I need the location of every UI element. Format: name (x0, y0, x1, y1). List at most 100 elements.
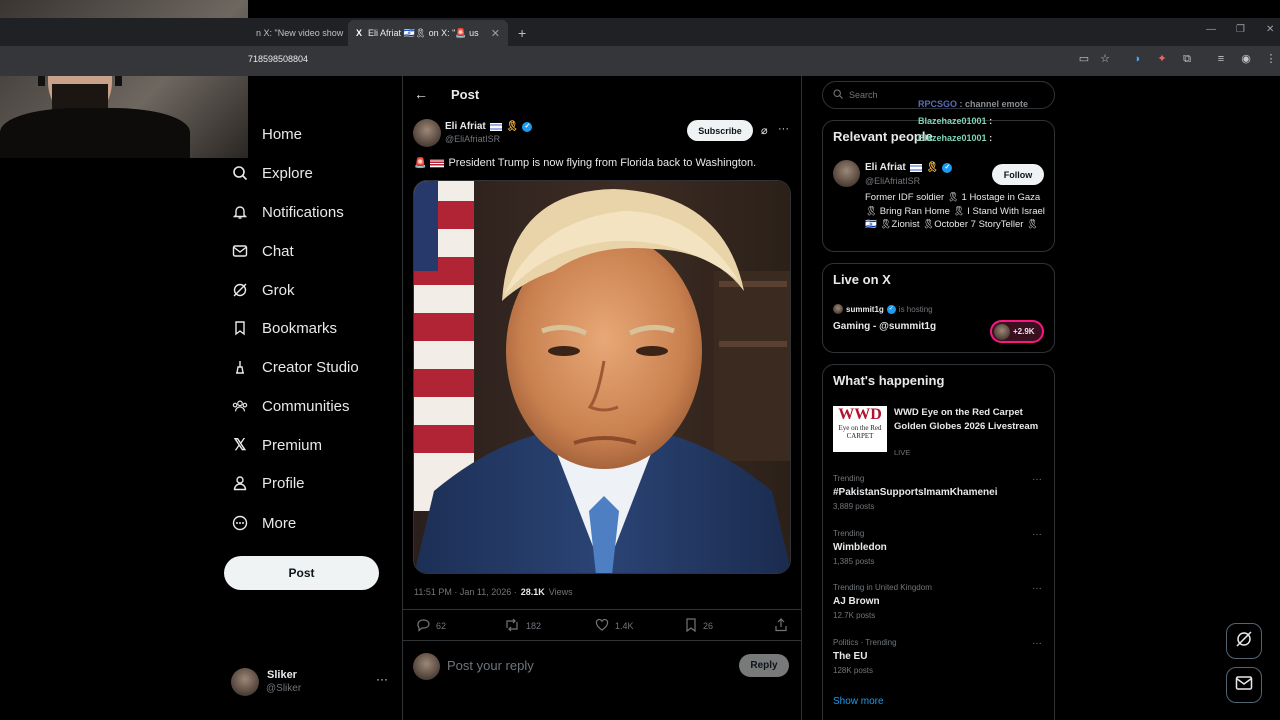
nav-more[interactable]: More (232, 508, 296, 538)
grok-fab[interactable] (1226, 623, 1262, 659)
live-stream-title[interactable]: Gaming - @summit1g (833, 321, 936, 332)
divider (402, 640, 802, 641)
back-arrow-icon[interactable]: ← (414, 86, 428, 102)
nav-label: Profile (262, 474, 305, 492)
author-handle[interactable]: @EliAfriatISR (445, 134, 500, 144)
tab-title: n X: "New video show (256, 28, 344, 38)
live-host-row[interactable]: summit1g ✓ is hosting (833, 304, 933, 314)
post-image[interactable] (413, 180, 791, 574)
more-dots-icon[interactable]: ··· (1032, 638, 1042, 649)
reply-input[interactable]: Post your reply (447, 658, 534, 673)
reply-button[interactable]: Reply (739, 654, 789, 677)
nav-label: Communities (262, 397, 350, 415)
close-tab-icon[interactable]: ✕ (491, 27, 500, 40)
more-dots-icon[interactable]: ··· (376, 672, 388, 686)
post-meta: 11:51 PM · Jan 11, 2026 · 28.1K Views (414, 587, 573, 597)
trend-item[interactable]: Trending Wimbledon 1,385 posts (833, 529, 887, 566)
live-hosting-label: is hosting (898, 304, 933, 314)
nav-label: Creator Studio (262, 358, 359, 376)
like-action[interactable]: 1.4K (595, 618, 634, 633)
nav-profile[interactable]: Profile (232, 468, 305, 498)
avatar[interactable] (833, 160, 860, 187)
more-circle-icon (232, 515, 248, 531)
grok-icon (232, 282, 248, 298)
nav-label: Notifications (262, 203, 344, 221)
nav-creator-studio[interactable]: Creator Studio (232, 352, 359, 382)
israel-flag-icon (909, 163, 922, 172)
reply-icon (416, 618, 430, 634)
share-action[interactable] (774, 618, 788, 633)
nav-explore[interactable]: Explore (232, 158, 313, 188)
featured-logo: WWD Eye on the Red CARPET (833, 406, 887, 452)
trend-item[interactable]: Politics · Trending The EU 128K posts (833, 638, 897, 675)
bell-icon (232, 204, 248, 220)
new-tab-button[interactable]: + (510, 20, 530, 46)
repost-action[interactable]: 182 (504, 618, 541, 634)
post-button[interactable]: Post (224, 556, 379, 590)
more-dots-icon[interactable]: ··· (1032, 529, 1042, 540)
avatar (994, 323, 1010, 340)
trend-item[interactable]: Trending in United Kingdom AJ Brown 12.7… (833, 583, 932, 620)
address-bar[interactable]: 718598508804 (248, 54, 308, 64)
trend-item[interactable]: Trending #PakistanSupportsImamKhamenei 3… (833, 474, 998, 511)
nav-communities[interactable]: Communities (232, 391, 350, 421)
ribbon-icon: 🎗 (925, 162, 939, 173)
repost-icon (504, 618, 520, 634)
bookmark-count: 26 (703, 621, 714, 631)
show-more-link[interactable]: Show more (833, 696, 884, 707)
browser-tab[interactable]: n X: "New video show ✕ (248, 20, 346, 46)
person-icon (232, 475, 248, 491)
nav-home[interactable]: Home (232, 119, 302, 149)
featured-title[interactable]: WWD Eye on the Red Carpet Golden Globes … (894, 406, 1044, 433)
live-listeners-badge[interactable]: +2.9K (990, 320, 1044, 343)
puzzle-icon[interactable]: ⧉ (1180, 52, 1194, 66)
creator-studio-icon (232, 359, 248, 375)
media-icon[interactable]: ≡ (1214, 52, 1228, 66)
nav-premium[interactable]: 𝕏 Premium (232, 430, 322, 460)
subscribe-button[interactable]: Subscribe (687, 120, 753, 141)
nav-bookmarks[interactable]: Bookmarks (232, 313, 337, 343)
more-dots-icon[interactable]: ··· (1032, 474, 1042, 485)
more-dots-icon[interactable]: ··· (778, 123, 789, 135)
more-dots-icon[interactable]: ··· (1032, 583, 1042, 594)
nav-label: Grok (262, 281, 295, 299)
page-title: Post (451, 87, 480, 102)
nav-chat[interactable]: Chat (232, 236, 294, 266)
nav-label: Explore (262, 164, 313, 182)
featured-status: LIVE (894, 448, 911, 457)
extension-icon[interactable]: ✦ (1155, 52, 1169, 66)
trend-context: Politics · Trending (833, 638, 897, 647)
profile-icon[interactable]: ◉ (1239, 52, 1253, 66)
grok-icon[interactable]: ⌀ (761, 124, 768, 137)
verified-badge-icon: ✓ (886, 304, 896, 314)
star-icon[interactable]: ☆ (1098, 52, 1112, 66)
person-name: Eli Afriat (865, 162, 906, 173)
extension-icon[interactable]: ◗ (1131, 52, 1145, 66)
restore-icon[interactable]: ❐ (1236, 24, 1245, 35)
trend-count: 128K posts (833, 666, 874, 675)
browser-tab-active[interactable]: X Eli Afriat 🇮🇱🎗 on X: "🚨 us Presi ✕ (348, 20, 508, 46)
follow-button[interactable]: Follow (992, 164, 1044, 185)
trend-count: 3,889 posts (833, 502, 875, 511)
menu-icon[interactable]: ⋮ (1264, 52, 1278, 66)
grok-icon (1235, 630, 1253, 653)
author-row[interactable]: Eli Afriat 🎗 ✓ (445, 121, 533, 132)
ribbon-icon: 🎗 (505, 121, 519, 132)
search-input[interactable]: Search (849, 90, 878, 100)
nav-grok[interactable]: Grok (232, 275, 295, 305)
trend-count: 1,385 posts (833, 557, 875, 566)
bookmark-action[interactable]: 26 (685, 618, 714, 633)
install-app-icon[interactable]: ▭ (1077, 52, 1091, 66)
reply-action[interactable]: 62 (416, 619, 446, 633)
person-name-row[interactable]: Eli Afriat 🎗 ✓ (865, 162, 953, 173)
nav-notifications[interactable]: Notifications (232, 197, 344, 227)
account-switcher[interactable]: Sliker @Sliker ··· (231, 666, 391, 698)
home-icon (232, 126, 248, 142)
post-timestamp[interactable]: 11:51 PM · Jan 11, 2026 · (414, 587, 517, 597)
minimize-icon[interactable]: — (1206, 24, 1216, 35)
views-count: 28.1K (520, 587, 545, 597)
messages-fab[interactable] (1226, 667, 1262, 703)
close-window-icon[interactable]: ✕ (1266, 24, 1274, 35)
mail-icon (1235, 675, 1253, 696)
author-avatar[interactable] (413, 119, 441, 147)
